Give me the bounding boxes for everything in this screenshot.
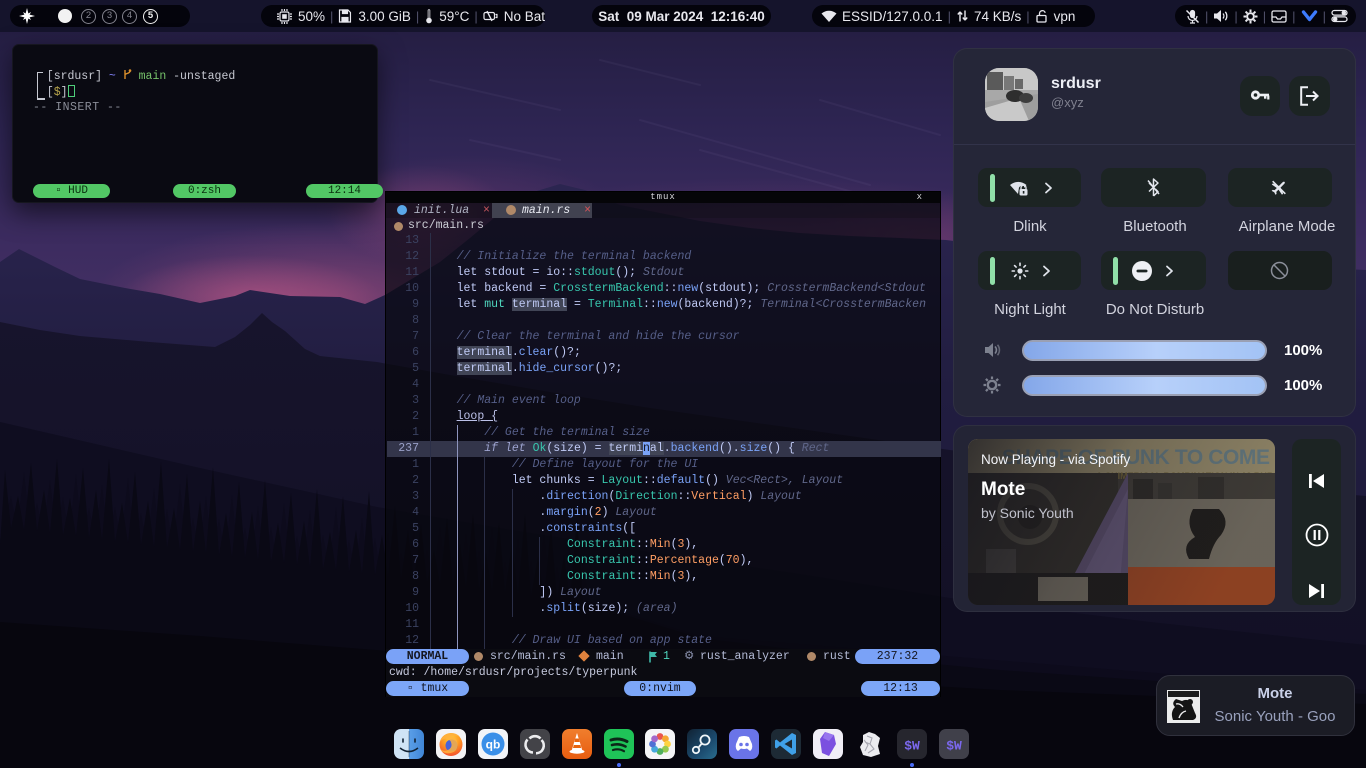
svg-text:$W: $W <box>904 739 920 754</box>
svg-text:$W: $W <box>946 739 962 754</box>
svg-text:qb: qb <box>486 738 501 752</box>
